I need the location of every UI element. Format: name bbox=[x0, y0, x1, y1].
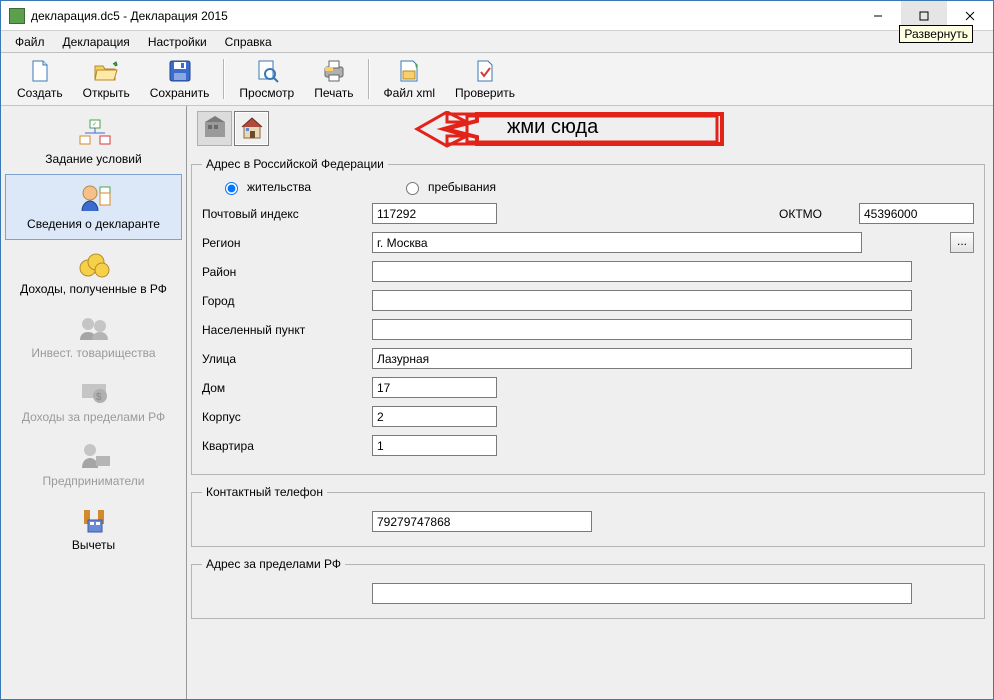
sidebar-label: Задание условий bbox=[45, 152, 141, 166]
oktmo-input[interactable] bbox=[859, 203, 974, 224]
toolbar: Создать Открыть Сохранить Просмотр Печат… bbox=[1, 53, 993, 106]
radio-residence-input[interactable] bbox=[225, 182, 238, 195]
region-label: Регион bbox=[202, 236, 372, 250]
preview-button[interactable]: Просмотр bbox=[229, 56, 304, 102]
declarant-icon bbox=[74, 181, 114, 215]
svg-text:$: $ bbox=[96, 392, 102, 403]
building-label: Корпус bbox=[202, 410, 372, 424]
titlebar: декларация.dc5 - Декларация 2015 bbox=[1, 1, 993, 31]
file-xml-button[interactable]: Файл xml bbox=[374, 56, 446, 102]
create-button[interactable]: Создать bbox=[7, 56, 73, 102]
sidebar-item-declarant[interactable]: Сведения о декларанте bbox=[5, 174, 182, 240]
group-address-foreign-legend: Адрес за пределами РФ bbox=[202, 557, 345, 571]
maximize-tooltip: Развернуть bbox=[899, 25, 973, 43]
menubar: Файл Декларация Настройки Справка bbox=[1, 31, 993, 53]
district-input[interactable] bbox=[372, 261, 912, 282]
sidebar-item-invest: Инвест. товарищества bbox=[1, 304, 186, 368]
svg-text:✓: ✓ bbox=[92, 122, 97, 128]
entrepreneurs-icon bbox=[74, 438, 114, 472]
save-button[interactable]: Сохранить bbox=[140, 56, 220, 102]
preview-icon bbox=[254, 58, 280, 84]
locality-input[interactable] bbox=[372, 319, 912, 340]
print-label: Печать bbox=[314, 86, 353, 100]
new-file-icon bbox=[27, 58, 53, 84]
menu-file[interactable]: Файл bbox=[7, 33, 53, 51]
sidebar-item-income-rf[interactable]: Доходы, полученные в РФ bbox=[1, 240, 186, 304]
flat-input[interactable] bbox=[372, 435, 497, 456]
check-label: Проверить bbox=[455, 86, 515, 100]
phone-input[interactable] bbox=[372, 511, 592, 532]
postal-input[interactable] bbox=[372, 203, 497, 224]
sidebar-label: Доходы, полученные в РФ bbox=[20, 282, 167, 296]
open-folder-icon bbox=[93, 58, 119, 84]
menu-settings[interactable]: Настройки bbox=[140, 33, 215, 51]
group-address-rf: Адрес в Российской Федерации жительства … bbox=[191, 157, 985, 475]
sidebar-label: Инвест. товарищества bbox=[31, 346, 155, 360]
print-button[interactable]: Печать bbox=[304, 56, 363, 102]
file-xml-label: Файл xml bbox=[384, 86, 436, 100]
sidebar-label: Доходы за пределами РФ bbox=[22, 410, 165, 424]
main-panel: жми сюда Адрес в Российской Федерации жи… bbox=[187, 106, 993, 699]
city-label: Город bbox=[202, 294, 372, 308]
flat-label: Квартира bbox=[202, 439, 372, 453]
toolbar-separator bbox=[223, 59, 225, 99]
check-button[interactable]: Проверить bbox=[445, 56, 525, 102]
arrow-label: жми сюда bbox=[507, 116, 598, 139]
toolbar-separator bbox=[368, 59, 370, 99]
radio-stay-label: пребывания bbox=[428, 180, 496, 194]
group-address-foreign: Адрес за пределами РФ bbox=[191, 557, 985, 619]
group-phone: Контактный телефон bbox=[191, 485, 985, 547]
invest-icon bbox=[74, 310, 114, 344]
radio-residence[interactable]: жительства bbox=[220, 179, 311, 195]
income-rf-icon bbox=[74, 246, 114, 280]
xml-file-icon bbox=[396, 58, 422, 84]
sidebar-item-income-foreign: $ Доходы за пределами РФ bbox=[1, 368, 186, 432]
print-icon bbox=[321, 58, 347, 84]
menu-declaration[interactable]: Декларация bbox=[55, 33, 138, 51]
sidebar: ✓ Задание условий Сведения о декларанте … bbox=[1, 106, 187, 699]
group-address-rf-legend: Адрес в Российской Федерации bbox=[202, 157, 388, 171]
house-label: Дом bbox=[202, 381, 372, 395]
tab-address[interactable] bbox=[234, 111, 269, 146]
city-input[interactable] bbox=[372, 290, 912, 311]
sidebar-item-deductions[interactable]: Вычеты bbox=[1, 496, 186, 560]
radio-stay[interactable]: пребывания bbox=[401, 179, 496, 195]
house-icon bbox=[239, 114, 265, 143]
region-browse-button[interactable]: ... bbox=[950, 232, 974, 253]
radio-stay-input[interactable] bbox=[406, 182, 419, 195]
region-input[interactable] bbox=[372, 232, 862, 253]
building-input[interactable] bbox=[372, 406, 497, 427]
tab-personal[interactable] bbox=[197, 111, 232, 146]
open-label: Открыть bbox=[83, 86, 130, 100]
sidebar-label: Вычеты bbox=[72, 538, 115, 552]
app-icon bbox=[9, 8, 25, 24]
sidebar-label: Предприниматели bbox=[43, 474, 145, 488]
check-icon bbox=[472, 58, 498, 84]
building-icon bbox=[202, 114, 228, 143]
open-button[interactable]: Открыть bbox=[73, 56, 140, 102]
income-foreign-icon: $ bbox=[74, 374, 114, 408]
locality-label: Населенный пункт bbox=[202, 323, 372, 337]
oktmo-label: ОКТМО bbox=[779, 207, 859, 221]
minimize-button[interactable] bbox=[855, 1, 901, 31]
preview-label: Просмотр bbox=[239, 86, 294, 100]
district-label: Район bbox=[202, 265, 372, 279]
sidebar-item-entrepreneurs: Предприниматели bbox=[1, 432, 186, 496]
window-title: декларация.dc5 - Декларация 2015 bbox=[31, 9, 855, 23]
conditions-icon: ✓ bbox=[74, 116, 114, 150]
group-phone-legend: Контактный телефон bbox=[202, 485, 327, 499]
save-icon bbox=[167, 58, 193, 84]
menu-help[interactable]: Справка bbox=[217, 33, 280, 51]
save-label: Сохранить bbox=[150, 86, 210, 100]
sidebar-item-conditions[interactable]: ✓ Задание условий bbox=[1, 110, 186, 174]
house-input[interactable] bbox=[372, 377, 497, 398]
foreign-address-input[interactable] bbox=[372, 583, 912, 604]
sidebar-label: Сведения о декларанте bbox=[27, 217, 160, 231]
postal-label: Почтовый индекс bbox=[202, 207, 372, 221]
street-input[interactable] bbox=[372, 348, 912, 369]
create-label: Создать bbox=[17, 86, 63, 100]
deductions-icon bbox=[74, 502, 114, 536]
radio-residence-label: жительства bbox=[247, 180, 311, 194]
street-label: Улица bbox=[202, 352, 372, 366]
